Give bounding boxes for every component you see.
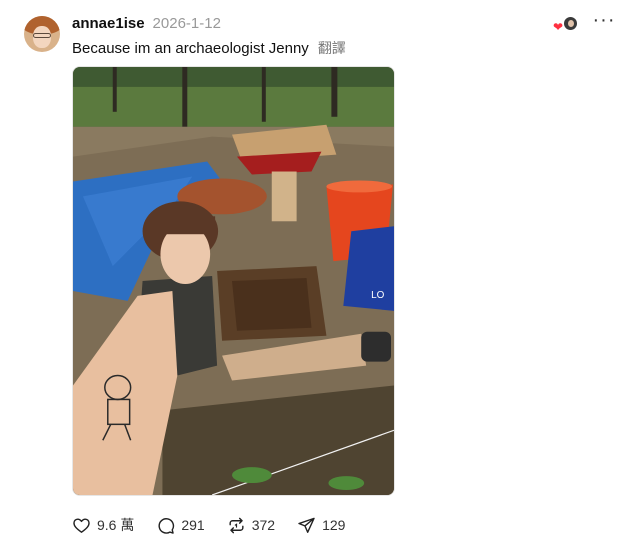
- post-photo-illustration: LO: [73, 67, 394, 495]
- repost-icon: [229, 517, 244, 533]
- post-timestamp[interactable]: 2026-1-12: [153, 15, 221, 32]
- translate-link[interactable]: 翻譯: [318, 38, 346, 58]
- share-button[interactable]: 129: [297, 514, 345, 536]
- reaction-heart-icon: ❤: [553, 20, 564, 34]
- liker-avatar: [563, 16, 578, 31]
- post-actions-bar: 9.6 萬 291 372 129: [72, 514, 367, 536]
- heart-icon: [73, 517, 90, 533]
- liked-by-avatars[interactable]: ❤: [553, 15, 579, 33]
- more-options-icon[interactable]: ···: [592, 10, 616, 33]
- share-send-icon: [298, 517, 315, 533]
- like-button[interactable]: 9.6 萬: [72, 514, 134, 536]
- user-avatar[interactable]: [24, 16, 60, 52]
- caption-row: Because im an archaeologist Jenny 翻譯: [72, 38, 346, 58]
- comment-count: 291: [181, 517, 205, 533]
- username-link[interactable]: annae1ise: [72, 15, 145, 32]
- share-count: 129: [322, 517, 346, 533]
- comment-button[interactable]: 291: [156, 514, 205, 536]
- post-caption: Because im an archaeologist Jenny: [72, 40, 309, 57]
- comment-bubble-icon: [158, 517, 175, 534]
- post-image[interactable]: LO: [72, 66, 395, 496]
- svg-text:LO: LO: [371, 290, 385, 301]
- avatar-glasses: [33, 33, 51, 38]
- threads-post: annae1ise 2026-1-12 Because im an archae…: [0, 0, 638, 551]
- repost-count: 372: [251, 517, 276, 533]
- repost-button[interactable]: 372: [227, 514, 275, 536]
- post-header: annae1ise 2026-1-12: [72, 15, 221, 35]
- like-count: 9.6 萬: [97, 517, 135, 533]
